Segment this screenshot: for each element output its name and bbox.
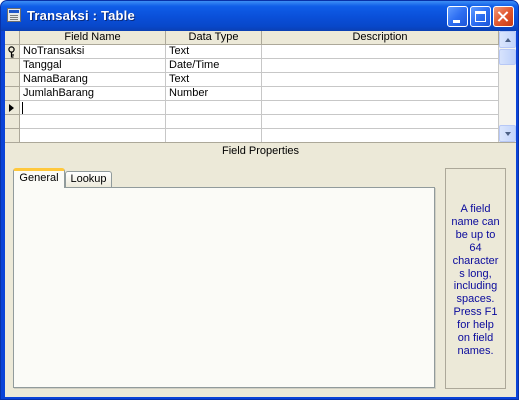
field-properties-header: Field Properties [5, 142, 516, 160]
description-cell[interactable] [262, 129, 499, 142]
field-name-cell[interactable]: NoTransaksi [20, 45, 166, 59]
grid-vertical-scrollbar[interactable] [499, 31, 516, 142]
description-cell[interactable] [262, 73, 499, 87]
field-name-cell[interactable]: NamaBarang [20, 73, 166, 87]
row-selector[interactable] [5, 87, 20, 101]
row-selector-current[interactable] [5, 101, 20, 115]
row-selector[interactable] [5, 73, 20, 87]
data-type-cell[interactable]: Text [166, 45, 262, 59]
column-header-data-type[interactable]: Data Type [166, 31, 262, 45]
data-type-cell[interactable] [166, 101, 262, 115]
scroll-up-button[interactable] [499, 31, 516, 48]
column-header-field-name[interactable]: Field Name [20, 31, 166, 45]
data-type-cell[interactable] [166, 115, 262, 129]
field-name-cell[interactable]: JumlahBarang [20, 87, 166, 101]
row-selector[interactable] [5, 59, 20, 73]
key-icon [8, 46, 15, 58]
table-design-window: Transaksi : Table Field Name Data Type D… [0, 0, 519, 400]
row-selector[interactable] [5, 129, 20, 142]
window-title: Transaksi : Table [27, 8, 135, 23]
data-type-cell[interactable] [166, 129, 262, 142]
chevron-up-icon [505, 38, 511, 42]
description-cell[interactable] [262, 45, 499, 59]
field-grid: Field Name Data Type Description NoTrans… [5, 31, 516, 142]
tab-general[interactable]: General [13, 168, 65, 188]
row-pointer-icon [9, 104, 14, 112]
title-bar[interactable]: Transaksi : Table [1, 1, 518, 31]
maximize-button[interactable] [470, 6, 491, 27]
data-type-cell[interactable]: Date/Time [166, 59, 262, 73]
row-selector[interactable] [5, 115, 20, 129]
close-button[interactable] [493, 6, 514, 27]
scroll-thumb[interactable] [499, 49, 516, 65]
minimize-icon [453, 20, 460, 23]
field-name-cell[interactable] [20, 115, 166, 129]
table-icon[interactable] [7, 8, 21, 22]
row-selector[interactable] [5, 45, 20, 59]
field-name-input[interactable] [20, 101, 166, 115]
field-name-cell[interactable] [20, 129, 166, 142]
design-view: Field Name Data Type Description NoTrans… [5, 31, 516, 397]
description-cell[interactable] [262, 101, 499, 115]
minimize-button[interactable] [447, 6, 468, 27]
chevron-down-icon [505, 132, 511, 136]
description-cell[interactable] [262, 87, 499, 101]
tab-lookup[interactable]: Lookup [65, 171, 112, 188]
field-help-text: A field name can be up to 64 character s… [445, 168, 506, 389]
description-cell[interactable] [262, 115, 499, 129]
column-header-description[interactable]: Description [262, 31, 499, 45]
description-cell[interactable] [262, 59, 499, 73]
maximize-icon [475, 11, 486, 22]
field-name-cell[interactable]: Tanggal [20, 59, 166, 73]
close-icon [494, 7, 513, 26]
data-type-cell[interactable]: Text [166, 73, 262, 87]
grid-corner[interactable] [5, 31, 20, 45]
scroll-down-button[interactable] [499, 125, 516, 142]
data-type-cell[interactable]: Number [166, 87, 262, 101]
general-properties-panel [13, 187, 435, 388]
text-caret [22, 102, 23, 114]
